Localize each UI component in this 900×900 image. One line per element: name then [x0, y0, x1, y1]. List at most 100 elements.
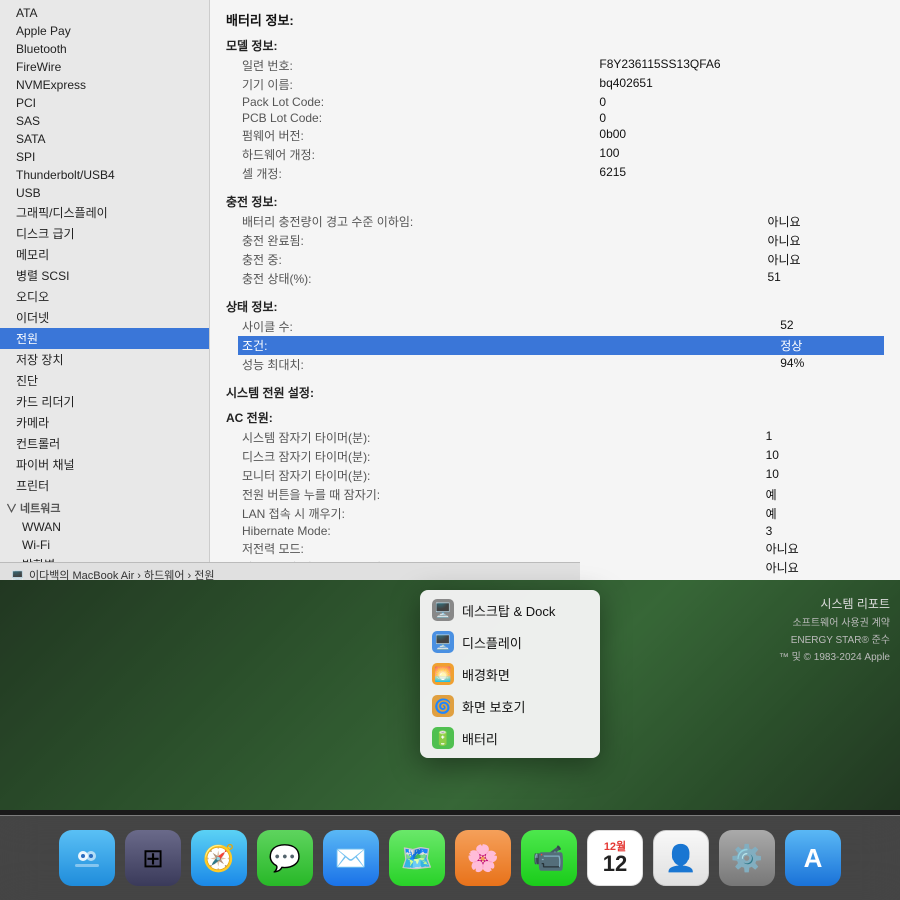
dock: ⊞ 🧭 💬 ✉️ 🗺️ 🌸 📹 12월 12	[0, 815, 900, 900]
dock-item-contacts[interactable]: 👤	[651, 828, 711, 888]
cell-design-label: 셀 개정:	[238, 164, 595, 183]
energy-star-text: 소프트웨어 사용권 계약	[779, 614, 890, 629]
sidebar-item-diskair[interactable]: 디스크 급기	[0, 223, 209, 244]
dock-item-messages[interactable]: 💬	[255, 828, 315, 888]
context-menu-item-display[interactable]: 🖥️ 디스플레이	[420, 626, 600, 658]
appstore-app-icon: A	[785, 830, 841, 886]
sidebar-item-fiberchannel[interactable]: 파이버 채널	[0, 454, 209, 475]
battery-icon: 🔋	[432, 727, 454, 749]
mail-app-icon: ✉️	[323, 830, 379, 886]
sidebar-item-nvmexpress[interactable]: NVMExpress	[0, 76, 209, 94]
context-menu-item-screensaver[interactable]: 🌀 화면 보호기	[420, 690, 600, 722]
context-menu-item-wallpaper-label: 배경화면	[462, 665, 510, 684]
dock-item-finder[interactable]	[57, 828, 117, 888]
ac-lan-label: LAN 접속 시 깨우기:	[238, 504, 762, 523]
charge-pct-value: 51	[763, 269, 884, 288]
model-info-table: 일련 번호: F8Y236115SS13QFA6 기기 이름: bq402651…	[238, 56, 884, 183]
contacts-app-icon: 👤	[653, 830, 709, 886]
ac-lowpower-value: 아니요	[762, 539, 884, 558]
context-menu-item-desktop-dock[interactable]: 🖥️ 데스크탑 & Dock	[420, 594, 600, 626]
ac-monitor-value: 10	[762, 466, 884, 485]
dock-item-facetime[interactable]: 📹	[519, 828, 579, 888]
main-content: 배터리 정보: 모델 정보: 일련 번호: F8Y236115SS13QFA6 …	[210, 0, 900, 580]
pack-lot-label: Pack Lot Code:	[238, 94, 595, 110]
sidebar-item-power[interactable]: 전원	[0, 328, 209, 349]
context-menu-item-battery-label: 배터리	[462, 729, 498, 748]
pack-lot-value: 0	[595, 94, 884, 110]
wallpaper-icon: 🌅	[432, 663, 454, 685]
sidebar-item-memory[interactable]: 메모리	[0, 244, 209, 265]
dock-item-maps[interactable]: 🗺️	[387, 828, 447, 888]
messages-app-icon: 💬	[257, 830, 313, 886]
charge-done-value: 아니요	[763, 231, 884, 250]
serial-value: F8Y236115SS13QFA6	[595, 56, 884, 75]
maps-app-icon: 🗺️	[389, 830, 445, 886]
system-report-window: ATA Apple Pay Bluetooth FireWire NVMExpr…	[0, 0, 900, 580]
context-menu-item-screensaver-label: 화면 보호기	[462, 697, 525, 716]
sidebar-item-ata[interactable]: ATA	[0, 4, 209, 22]
context-menu-item-battery[interactable]: 🔋 배터리	[420, 722, 600, 754]
charging-value: 아니요	[763, 250, 884, 269]
dock-item-settings[interactable]: ⚙️	[717, 828, 777, 888]
sidebar: ATA Apple Pay Bluetooth FireWire NVMExpr…	[0, 0, 210, 580]
sidebar-item-usb[interactable]: USB	[0, 184, 209, 202]
ac-hibernate-value: 3	[762, 523, 884, 539]
pcb-lot-value: 0	[595, 110, 884, 126]
photos-app-icon: 🌸	[455, 830, 511, 886]
sidebar-item-pci[interactable]: PCI	[0, 94, 209, 112]
ac-lan-value: 예	[762, 504, 884, 523]
low-warn-label: 배터리 충전량이 경고 수준 이하임:	[238, 212, 763, 231]
dock-item-safari[interactable]: 🧭	[189, 828, 249, 888]
apple-copyright-text: ™ 및 © 1983-2024 Apple	[779, 648, 890, 663]
display-icon: 🖥️	[432, 631, 454, 653]
dock-item-launchpad[interactable]: ⊞	[123, 828, 183, 888]
calendar-app-icon: 12월 12	[587, 830, 643, 886]
sidebar-item-ethernet[interactable]: 이더넷	[0, 307, 209, 328]
energy-star2-text: ENERGY STAR® 준수	[779, 631, 890, 646]
ac-powerbtn-value: 예	[762, 485, 884, 504]
sidebar-item-wwan[interactable]: WWAN	[0, 518, 209, 536]
context-menu[interactable]: 🖥️ 데스크탑 & Dock 🖥️ 디스플레이 🌅 배경화면 🌀 화면 보호기 …	[420, 590, 600, 758]
device-name-value: bq402651	[595, 75, 884, 94]
sidebar-item-wifi[interactable]: Wi-Fi	[0, 536, 209, 554]
sidebar-item-diagnostics[interactable]: 진단	[0, 370, 209, 391]
condition-label: 조건:	[238, 336, 776, 355]
sidebar-item-firewire[interactable]: FireWire	[0, 58, 209, 76]
sidebar-item-sata[interactable]: SATA	[0, 130, 209, 148]
sidebar-item-storage[interactable]: 저장 장치	[0, 349, 209, 370]
status-section-title: 상태 정보:	[226, 298, 884, 315]
sidebar-item-bluetooth[interactable]: Bluetooth	[0, 40, 209, 58]
safari-app-icon: 🧭	[191, 830, 247, 886]
context-menu-item-wallpaper[interactable]: 🌅 배경화면	[420, 658, 600, 690]
sidebar-item-sas[interactable]: SAS	[0, 112, 209, 130]
sidebar-item-cardreader[interactable]: 카드 리더기	[0, 391, 209, 412]
system-report-title: 시스템 리포트	[779, 595, 890, 612]
sidebar-item-applepay[interactable]: Apple Pay	[0, 22, 209, 40]
sidebar-item-graphics[interactable]: 그래픽/디스플레이	[0, 202, 209, 223]
sidebar-item-printer[interactable]: 프린터	[0, 475, 209, 496]
facetime-app-icon: 📹	[521, 830, 577, 886]
ac-lowpower-label: 저전력 모드:	[238, 539, 762, 558]
sidebar-item-controller[interactable]: 컨트롤러	[0, 433, 209, 454]
device-name-label: 기기 이름:	[238, 75, 595, 94]
ac-sleep-label: 시스템 잠자기 타이머(분):	[238, 428, 762, 447]
dock-item-mail[interactable]: ✉️	[321, 828, 381, 888]
power-settings-title: 시스템 전원 설정:	[226, 384, 884, 401]
dock-item-calendar[interactable]: 12월 12	[585, 828, 645, 888]
sidebar-item-spi[interactable]: SPI	[0, 148, 209, 166]
serial-label: 일련 번호:	[238, 56, 595, 75]
launchpad-icon: ⊞	[125, 830, 181, 886]
sidebar-item-parallelscsi[interactable]: 병렬 SCSI	[0, 265, 209, 286]
system-report-label: 시스템 리포트 소프트웨어 사용권 계약 ENERGY STAR® 준수 ™ 및…	[779, 595, 890, 663]
ac-monitor-label: 모니터 잠자기 타이머(분):	[238, 466, 762, 485]
dock-item-photos[interactable]: 🌸	[453, 828, 513, 888]
dock-item-appstore[interactable]: A	[783, 828, 843, 888]
charge-section-title: 충전 정보:	[226, 193, 884, 210]
status-info-table: 사이클 수: 52 조건: 정상 성능 최대치: 94%	[238, 317, 884, 374]
max-capacity-label: 성능 최대치:	[238, 355, 776, 374]
charging-label: 충전 중:	[238, 250, 763, 269]
sidebar-item-thunderbolt[interactable]: Thunderbolt/USB4	[0, 166, 209, 184]
cell-design-value: 6215	[595, 164, 884, 183]
sidebar-item-audio[interactable]: 오디오	[0, 286, 209, 307]
sidebar-item-camera[interactable]: 카메라	[0, 412, 209, 433]
